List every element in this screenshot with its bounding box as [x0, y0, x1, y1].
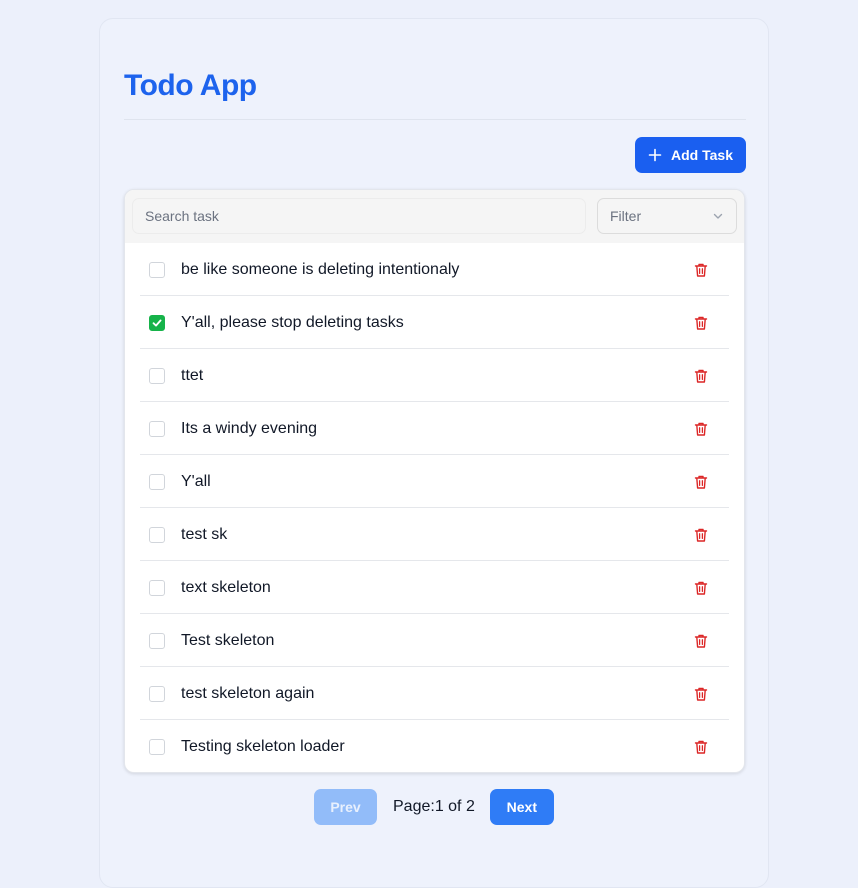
task-checkbox[interactable] [149, 368, 165, 384]
task-row: be like someone is deleting intentionaly [140, 243, 729, 296]
task-row: Y'all [140, 455, 729, 508]
task-row: Y'all, please stop deleting tasks [140, 296, 729, 349]
task-list: be like someone is deleting intentionaly… [140, 243, 729, 772]
task-row: ttet [140, 349, 729, 402]
task-text: Testing skeleton loader [181, 738, 345, 755]
task-row: test sk [140, 508, 729, 561]
task-text: text skeleton [181, 579, 271, 596]
page-title: Todo App [124, 69, 257, 102]
task-text: Its a windy evening [181, 420, 318, 437]
trash-icon[interactable] [693, 527, 709, 543]
task-checkbox[interactable] [149, 686, 165, 702]
task-checkbox[interactable] [149, 474, 165, 490]
task-checkbox[interactable] [149, 527, 165, 543]
task-row: text skeleton [140, 561, 729, 614]
task-list-panel: Filter be like someone is deleting inten… [124, 189, 745, 773]
task-checkbox[interactable] [149, 262, 165, 278]
task-row: Its a windy evening [140, 402, 729, 455]
todo-card: Todo App Add Task Filter be [99, 18, 769, 888]
trash-icon[interactable] [693, 474, 709, 490]
task-checkbox[interactable] [149, 421, 165, 437]
task-row: Testing skeleton loader [140, 720, 729, 772]
pagination: Prev Page:1 of 2 Next [314, 789, 554, 825]
trash-icon[interactable] [693, 633, 709, 649]
check-icon [152, 319, 162, 327]
plus-icon [648, 148, 662, 162]
trash-icon[interactable] [693, 686, 709, 702]
search-input[interactable] [132, 198, 586, 234]
add-task-button[interactable]: Add Task [635, 137, 746, 173]
task-row: test skeleton again [140, 667, 729, 720]
trash-icon[interactable] [693, 580, 709, 596]
title-divider [124, 119, 746, 120]
trash-icon[interactable] [693, 368, 709, 384]
next-page-button[interactable]: Next [489, 789, 554, 825]
filter-select[interactable]: Filter [597, 198, 737, 234]
task-text: be like someone is deleting intentionaly [181, 261, 460, 278]
trash-icon[interactable] [693, 315, 709, 331]
task-text: test sk [181, 526, 228, 543]
task-text: ttet [181, 367, 204, 384]
prev-page-button[interactable]: Prev [314, 789, 377, 825]
task-checkbox[interactable] [149, 739, 165, 755]
trash-icon[interactable] [693, 739, 709, 755]
trash-icon[interactable] [693, 421, 709, 437]
trash-icon[interactable] [693, 262, 709, 278]
task-row: Test skeleton [140, 614, 729, 667]
task-text: Y'all [181, 473, 211, 490]
list-toolbar: Filter [125, 190, 744, 243]
task-checkbox[interactable] [149, 580, 165, 596]
task-text: Test skeleton [181, 632, 275, 649]
task-checkbox[interactable] [149, 633, 165, 649]
chevron-down-icon [712, 210, 724, 222]
task-checkbox[interactable] [149, 315, 165, 331]
task-text: Y'all, please stop deleting tasks [181, 314, 404, 331]
page-indicator: Page:1 of 2 [393, 798, 475, 815]
filter-label: Filter [610, 208, 642, 224]
add-task-label: Add Task [671, 147, 733, 163]
task-text: test skeleton again [181, 685, 315, 702]
